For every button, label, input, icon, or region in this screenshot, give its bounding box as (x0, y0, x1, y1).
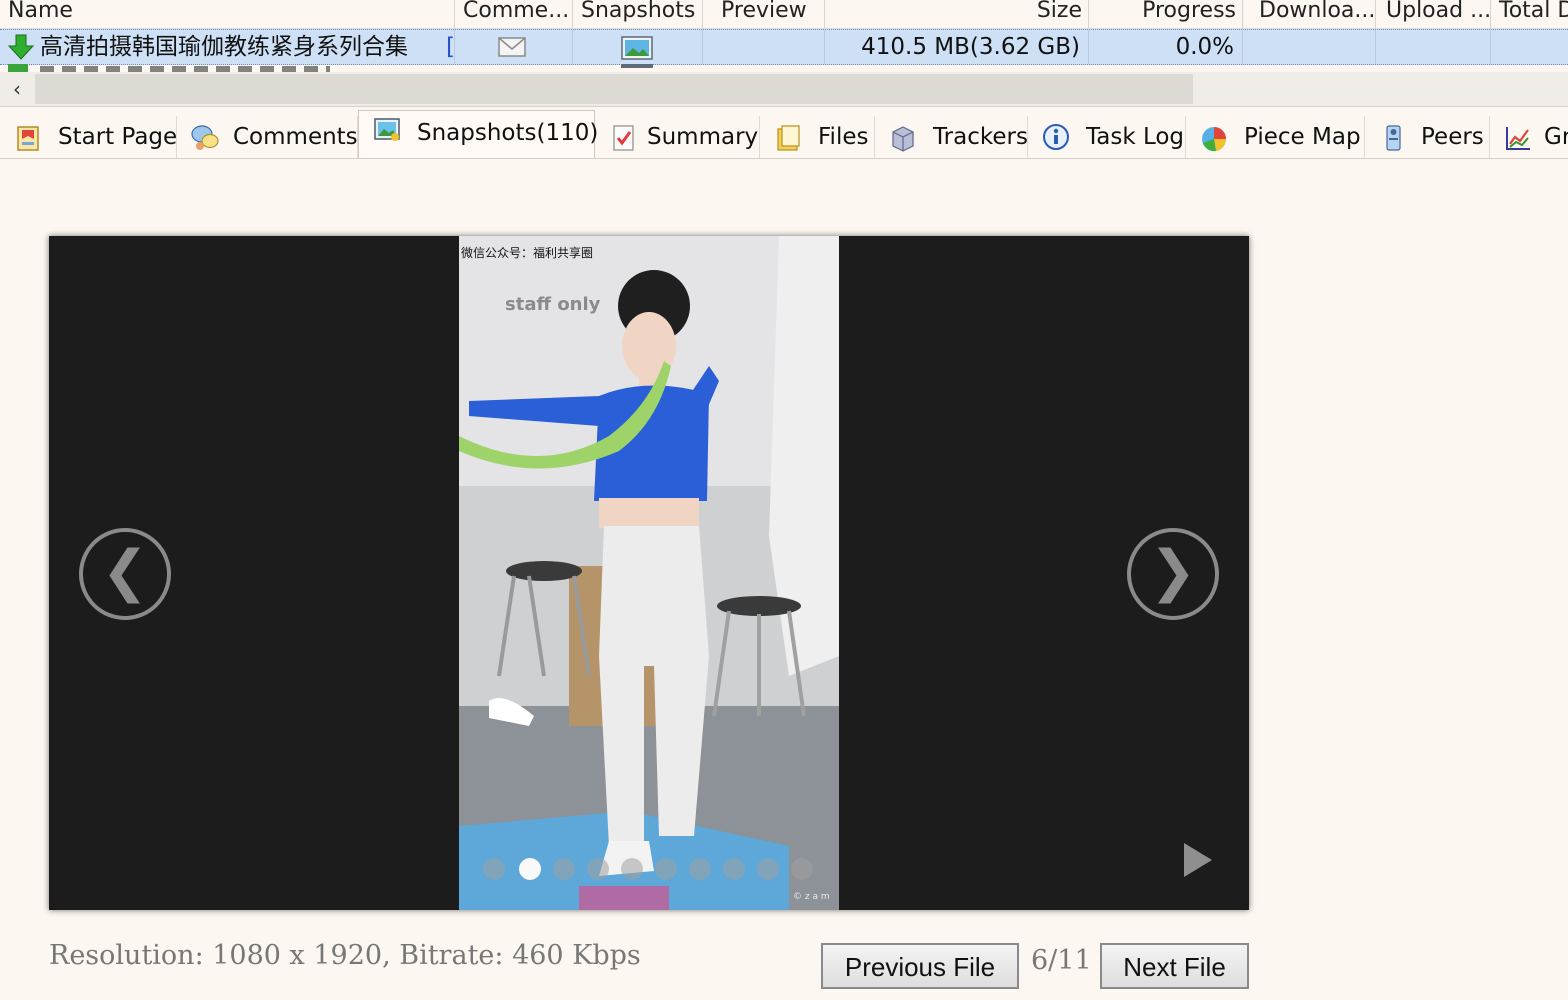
video-info: Resolution: 1080 x 1920, Bitrate: 460 Kb… (49, 940, 641, 971)
peers-icon (1386, 125, 1401, 151)
pagination-dot[interactable] (791, 858, 813, 880)
column-size[interactable]: Size (825, 0, 1089, 28)
column-preview[interactable]: Preview (703, 0, 825, 28)
snapshot-thumbnail-icon (621, 36, 653, 60)
tab-task-log-label: Task Log (1086, 124, 1185, 150)
pagination-dot[interactable] (655, 858, 677, 880)
task-row-partial[interactable] (0, 64, 1568, 72)
task-progress: 0.0% (1089, 30, 1243, 64)
tab-piece-map-label: Piece Map (1244, 124, 1361, 150)
pagination-dot[interactable] (723, 858, 745, 880)
tab-summary[interactable]: Summary (595, 116, 760, 158)
chevron-right-icon: ❯ (1149, 539, 1197, 604)
tab-files[interactable]: Files (760, 116, 875, 158)
column-comments-label: Comme... (463, 0, 570, 23)
trackers-icon (892, 126, 914, 152)
envelope-icon (498, 37, 526, 57)
tab-task-log[interactable]: Task Log (1028, 116, 1186, 158)
column-download-label: Downloa... (1259, 0, 1376, 23)
column-total[interactable]: Total D (1491, 0, 1568, 28)
snapshots-icon (374, 118, 400, 141)
previous-file-button[interactable]: Previous File (821, 943, 1019, 989)
column-upload[interactable]: Upload ... (1376, 0, 1491, 28)
task-size: 410.5 MB(3.62 GB) (825, 30, 1089, 64)
partial-row-snapshot-icon (621, 64, 653, 68)
task-log-icon (1043, 124, 1069, 150)
graph-icon (1506, 127, 1530, 150)
start-page-icon (17, 126, 39, 151)
pagination-dot[interactable] (483, 858, 505, 880)
column-name[interactable]: Name (0, 0, 455, 28)
task-snapshots-cell[interactable] (573, 30, 703, 64)
pagination-dot[interactable] (587, 858, 609, 880)
file-counter: 6/11 (1031, 945, 1092, 976)
detail-tab-bar: Start Page Comments Snapshots(110) Summa… (0, 110, 1568, 159)
task-list-header: Name Comme... Snapshots Preview Size Pro… (0, 0, 1568, 29)
snapshot-image: 微信公众号：福利共享圈 staff only © z a m (459, 236, 839, 910)
photo-watermark: 微信公众号：福利共享圈 (461, 246, 594, 260)
column-download[interactable]: Downloa... (1243, 0, 1376, 28)
scrollbar-thumb[interactable] (35, 74, 1193, 104)
photo-corner-mark: © z a m (793, 892, 830, 902)
photo-wall-text: staff only (505, 294, 601, 315)
tab-graph-label: Gr (1544, 124, 1568, 150)
column-preview-label: Preview (721, 0, 807, 23)
play-icon[interactable] (1184, 843, 1212, 877)
horizontal-scrollbar[interactable]: ‹ (0, 72, 1568, 107)
tab-piece-map[interactable]: Piece Map (1186, 116, 1365, 158)
tab-snapshots[interactable]: Snapshots(110) (358, 110, 599, 158)
summary-icon (613, 125, 634, 151)
tab-trackers[interactable]: Trackers (875, 116, 1028, 158)
task-row[interactable]: 高清拍摄韩国瑜伽教练紧身系列合集 [ 410.5 MB(3.62 GB) 0.0… (0, 29, 1568, 65)
pagination-dot[interactable] (757, 858, 779, 880)
tab-summary-label: Summary (647, 124, 759, 150)
pagination-dot-active[interactable] (519, 858, 541, 880)
column-snapshots-label: Snapshots (581, 0, 696, 23)
next-file-button[interactable]: Next File (1100, 943, 1249, 989)
task-name-suffix: [ (446, 34, 455, 60)
tab-graph[interactable]: Gr (1490, 116, 1568, 158)
pagination-dot[interactable] (553, 858, 575, 880)
tab-trackers-label: Trackers (933, 124, 1028, 150)
files-icon (777, 125, 800, 151)
piece-map-icon (1202, 127, 1227, 152)
column-size-label: Size (1036, 0, 1082, 23)
column-comments[interactable]: Comme... (455, 0, 573, 28)
tab-peers[interactable]: Peers (1365, 116, 1490, 158)
task-download-speed (1243, 30, 1376, 64)
tab-comments[interactable]: Comments (177, 116, 358, 158)
snapshot-viewer: 微信公众号：福利共享圈 staff only © z a m ❮ ❯ (49, 236, 1249, 910)
snapshot-photo-drawing (459, 236, 839, 910)
task-upload-speed (1376, 30, 1491, 64)
tab-start-page-label: Start Page (58, 124, 178, 150)
download-arrow-icon (7, 34, 35, 60)
pagination-dot[interactable] (621, 858, 643, 880)
tab-start-page[interactable]: Start Page (0, 116, 177, 158)
task-name: 高清拍摄韩国瑜伽教练紧身系列合集 (40, 34, 408, 60)
tab-comments-label: Comments (233, 124, 358, 150)
next-snapshot-button[interactable]: ❯ (1127, 528, 1219, 620)
tab-peers-label: Peers (1421, 124, 1484, 150)
partial-row-icon (8, 64, 28, 72)
tab-snapshots-label: Snapshots(110) (417, 120, 599, 146)
previous-snapshot-button[interactable]: ❮ (79, 528, 171, 620)
chevron-left-icon: ❮ (101, 539, 149, 604)
tab-files-label: Files (818, 124, 869, 150)
scroll-left-button[interactable]: ‹ (0, 72, 34, 106)
task-name-cell: 高清拍摄韩国瑜伽教练紧身系列合集 [ (0, 30, 455, 64)
column-progress[interactable]: Progress (1089, 0, 1243, 28)
task-total (1491, 30, 1568, 64)
task-comments-cell[interactable] (455, 30, 573, 64)
task-preview-cell[interactable] (703, 30, 825, 64)
comments-icon (191, 125, 219, 150)
column-progress-label: Progress (1142, 0, 1236, 23)
column-upload-label: Upload ... (1386, 0, 1491, 23)
column-snapshots[interactable]: Snapshots (573, 0, 703, 28)
pagination-dot[interactable] (689, 858, 711, 880)
column-name-label: Name (8, 0, 73, 23)
column-total-label: Total D (1499, 0, 1568, 23)
